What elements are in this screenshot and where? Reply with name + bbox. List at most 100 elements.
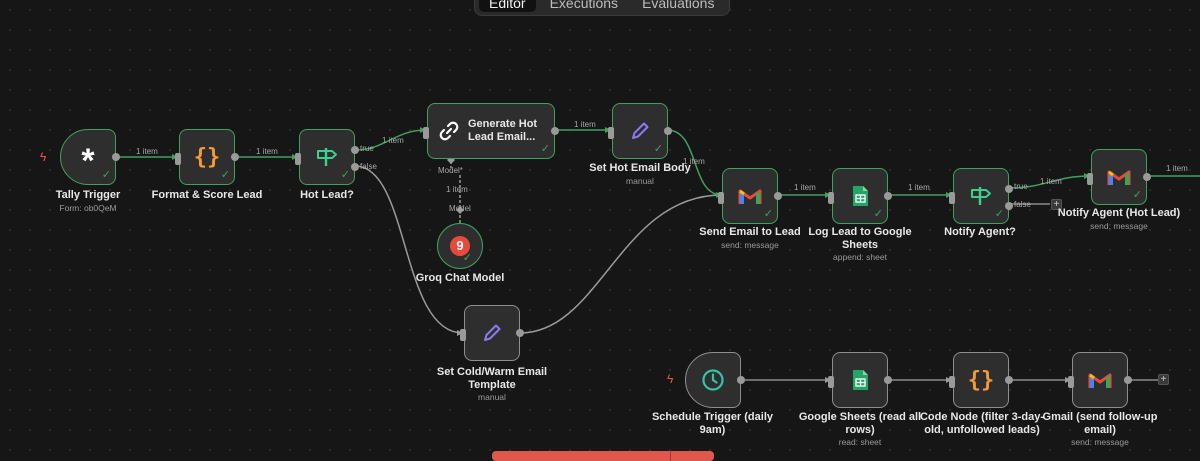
notify-agent-if-node[interactable]: ✓ [949, 168, 1013, 224]
edge-label: 1 item [136, 147, 158, 156]
edge-label: 1 item [574, 120, 596, 129]
success-check-icon: ✓ [653, 143, 663, 155]
output-handle[interactable] [774, 192, 782, 200]
output-handle[interactable] [516, 329, 524, 337]
edge-label: 1 item [1166, 164, 1188, 173]
label-line: Template [468, 379, 516, 391]
tally-trigger-sub: Form: ob0QeM [59, 203, 117, 213]
label-line: email) [1084, 424, 1116, 436]
set-cold-warm-template-node[interactable] [460, 305, 524, 361]
tab-editor[interactable]: Editor [479, 0, 536, 12]
true-branch-label: true [1014, 182, 1028, 191]
input-handle[interactable] [608, 127, 614, 139]
success-check-icon: ✓ [1132, 189, 1142, 201]
add-node-button[interactable]: + [1158, 374, 1169, 385]
edge-label: 1 item [446, 185, 468, 194]
link-icon [439, 121, 459, 141]
input-handle[interactable] [295, 153, 301, 165]
output-handle[interactable] [664, 127, 672, 135]
gmail-follow-up-label: Gmail (send follow-up email) [1035, 411, 1165, 437]
output-handle[interactable] [884, 376, 892, 384]
log-lead-sheets-node[interactable]: ✓ [828, 168, 892, 224]
google-sheets-icon [853, 186, 868, 206]
format-score-label: Format & Score Lead [151, 189, 263, 201]
output-handle[interactable] [884, 192, 892, 200]
tab-executions[interactable]: Executions [540, 0, 628, 12]
send-email-to-lead-label: Send Email to Lead [699, 226, 801, 238]
input-handle[interactable] [828, 376, 834, 388]
output-handle[interactable] [1124, 376, 1132, 384]
label-line: Gmail (send follow-up [1042, 411, 1158, 423]
output-handle[interactable] [1005, 376, 1013, 384]
trigger-bolt-icon: ϟ [667, 372, 674, 386]
pencil-icon [484, 324, 501, 341]
generate-hot-email-node[interactable]: Generate Hot Lead Email... ✓ [423, 103, 559, 159]
input-handle[interactable] [175, 153, 181, 165]
send-email-to-lead-node[interactable]: ✓ [718, 168, 782, 224]
label-line: old, unfollowed leads) [924, 424, 1040, 436]
pencil-icon [632, 122, 649, 139]
notify-agent-hot-lead-node[interactable]: ✓ [1087, 149, 1151, 205]
true-output-handle[interactable] [351, 146, 359, 154]
google-sheets-icon [853, 370, 868, 390]
set-cold-warm-template-label: Set Cold/Warm Email Template [422, 366, 562, 392]
label-line: Generate Hot [468, 118, 538, 130]
notify-agent-hot-lead-sub: send: message [1090, 221, 1148, 231]
false-branch-label: false [360, 162, 377, 171]
notify-agent-hot-lead-label: Notify Agent (Hot Lead) [1057, 207, 1181, 219]
google-sheets-read-label: Google Sheets (read all rows) [795, 411, 925, 437]
schedule-trigger-node[interactable] [685, 352, 745, 408]
hot-lead-label: Hot Lead? [300, 189, 354, 201]
groq-chat-model-node[interactable]: 9 ✓ [437, 223, 483, 269]
input-handle[interactable] [1068, 376, 1074, 388]
tab-evaluations[interactable]: Evaluations [632, 0, 724, 12]
test-workflow-button[interactable] [492, 451, 714, 461]
success-check-icon: ✓ [220, 169, 230, 181]
output-handle[interactable] [1143, 173, 1151, 181]
generate-hot-email-label: Generate Hot Lead Email... [468, 118, 537, 144]
output-handle[interactable] [112, 153, 120, 161]
true-output-handle[interactable] [1005, 185, 1013, 193]
output-handle[interactable] [551, 127, 559, 135]
code-filter-node[interactable]: {} [949, 352, 1013, 408]
true-branch-label: true [360, 144, 374, 153]
google-sheets-read-node[interactable] [828, 352, 892, 408]
input-handle[interactable] [718, 192, 724, 204]
format-score-node[interactable]: {} ✓ [175, 129, 239, 185]
success-check-icon: ✓ [763, 208, 773, 220]
hot-lead-if-node[interactable]: ✓ [295, 129, 359, 185]
groq-chat-model-label: Groq Chat Model [415, 272, 505, 284]
edge-label: 1 item [382, 136, 404, 145]
view-tabs: Editor Executions Evaluations [474, 0, 730, 16]
gmail-follow-up-node[interactable] [1068, 352, 1132, 408]
edge-label: 1 item [908, 183, 930, 192]
label-line: Schedule Trigger (daily [651, 411, 774, 423]
success-check-icon: ✓ [462, 252, 472, 264]
gmail-icon [738, 189, 762, 204]
false-output-handle[interactable] [1005, 202, 1013, 210]
input-handle[interactable] [460, 329, 466, 341]
output-handle[interactable] [231, 153, 239, 161]
edge-label: 1 item [683, 157, 705, 166]
tally-trigger-node[interactable]: * ✓ [60, 129, 120, 185]
braces-icon: {} [967, 367, 995, 393]
signpost-icon [971, 187, 991, 205]
gmail-follow-up-sub: send: message [1071, 437, 1129, 447]
success-check-icon: ✓ [340, 169, 350, 181]
input-handle[interactable] [1087, 173, 1093, 185]
clock-icon [702, 369, 724, 391]
label-line: Code Node (filter 3-day- [919, 411, 1045, 423]
edge-label: 1 item [794, 183, 816, 192]
input-handle[interactable] [828, 192, 834, 204]
model-input-label: Model* [438, 166, 463, 175]
output-handle[interactable] [737, 376, 745, 384]
edge-label: 1 item [256, 147, 278, 156]
schedule-trigger-label: Schedule Trigger (daily 9am) [650, 411, 775, 437]
input-handle[interactable] [949, 192, 955, 204]
false-output-handle[interactable] [351, 163, 359, 171]
input-handle[interactable] [949, 376, 955, 388]
label-line: Log Lead to Google [808, 226, 912, 238]
input-handle[interactable] [423, 127, 429, 139]
set-hot-email-body-node[interactable]: ✓ [608, 103, 672, 159]
label-line: Lead Email... [468, 131, 536, 143]
